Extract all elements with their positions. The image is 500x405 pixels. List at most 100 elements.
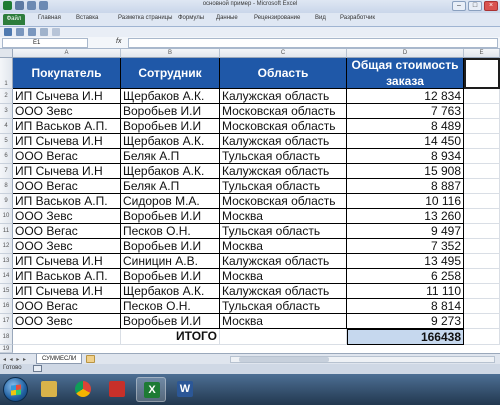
tab-view[interactable]: Вид <box>315 15 326 21</box>
cell-buyer[interactable]: ООО Вегас <box>13 299 121 314</box>
cell-employee[interactable]: Щербаков А.К. <box>121 284 220 299</box>
scrollbar-thumb[interactable] <box>239 357 329 362</box>
tab-formulas[interactable]: Формулы <box>178 15 204 21</box>
cell-e[interactable] <box>464 239 500 254</box>
cell-total[interactable]: 12 834 <box>347 89 464 104</box>
tab-review[interactable]: Рецензирование <box>254 15 300 21</box>
cell-buyer[interactable]: ИП Сычева И.Н <box>13 164 121 179</box>
cell-buyer[interactable]: ООО Зевс <box>13 104 121 119</box>
cell-e[interactable] <box>464 224 500 239</box>
select-all-corner[interactable] <box>0 49 13 58</box>
horizontal-scrollbar[interactable] <box>230 356 495 363</box>
cell-region[interactable]: Калужская область <box>220 284 347 299</box>
cell-e[interactable] <box>464 149 500 164</box>
cell-region[interactable]: Московская область <box>220 119 347 134</box>
cell-total[interactable]: 8 887 <box>347 179 464 194</box>
cell-region[interactable]: Тульская область <box>220 224 347 239</box>
cell-buyer[interactable]: ИП Васьков А.П. <box>13 119 121 134</box>
header-region[interactable]: Область <box>220 58 347 89</box>
cell-region[interactable]: Москва <box>220 209 347 224</box>
cell-employee[interactable]: Песков О.Н. <box>121 299 220 314</box>
cell-buyer[interactable]: ИП Сычева И.Н <box>13 134 121 149</box>
cell-region[interactable]: Тульская область <box>220 299 347 314</box>
cell-buyer[interactable]: ИП Сычева И.Н <box>13 254 121 269</box>
row-header[interactable]: 8 <box>0 179 13 194</box>
cell-employee[interactable]: Воробьев И.И <box>121 104 220 119</box>
cell-e[interactable] <box>464 194 500 209</box>
cell-e[interactable] <box>464 269 500 284</box>
cell-region[interactable]: Москва <box>220 239 347 254</box>
cell-employee[interactable]: Воробьев И.И <box>121 119 220 134</box>
sheet-nav-buttons[interactable]: ◂ ◂ ▸ ▸ <box>3 356 27 363</box>
cell-e[interactable] <box>464 164 500 179</box>
maximize-button[interactable]: □ <box>468 1 482 11</box>
cell-region[interactable]: Калужская область <box>220 89 347 104</box>
column-header-d[interactable]: D <box>347 49 464 58</box>
save-icon[interactable] <box>4 28 12 36</box>
column-header-e[interactable]: E <box>464 49 500 58</box>
cell-total[interactable]: 9 273 <box>347 314 464 329</box>
cell-buyer[interactable]: ИП Сычева И.Н <box>13 284 121 299</box>
row-header[interactable]: 4 <box>0 119 13 134</box>
cell-e[interactable] <box>464 284 500 299</box>
cell-buyer[interactable]: ООО Вегас <box>13 224 121 239</box>
tab-developer[interactable]: Разработчик <box>340 15 375 21</box>
cell-region[interactable]: Калужская область <box>220 164 347 179</box>
cell-e[interactable] <box>464 89 500 104</box>
cell-region[interactable]: Тульская область <box>220 149 347 164</box>
cell-buyer[interactable]: ООО Зевс <box>13 209 121 224</box>
row-header[interactable]: 11 <box>0 224 13 239</box>
total-value[interactable]: 166438 <box>347 329 464 345</box>
tab-home[interactable]: Главная <box>38 15 61 21</box>
taskbar-word[interactable]: W <box>170 377 200 402</box>
cell-region[interactable]: Москва <box>220 269 347 284</box>
cell[interactable] <box>220 329 347 345</box>
cell-employee[interactable]: Синицин А.В. <box>121 254 220 269</box>
preview-icon[interactable] <box>40 28 48 36</box>
cell-total[interactable]: 13 495 <box>347 254 464 269</box>
cell-e[interactable] <box>464 299 500 314</box>
selected-cell-e1[interactable] <box>464 58 500 89</box>
column-header-c[interactable]: C <box>220 49 347 58</box>
cell-employee[interactable]: Песков О.Н. <box>121 224 220 239</box>
row-header[interactable]: 2 <box>0 89 13 104</box>
cell-total[interactable]: 10 116 <box>347 194 464 209</box>
cell-region[interactable]: Калужская область <box>220 134 347 149</box>
insert-sheet-icon[interactable] <box>86 355 95 363</box>
cell-buyer[interactable]: ООО Зевс <box>13 314 121 329</box>
cell-total[interactable]: 9 497 <box>347 224 464 239</box>
tab-file[interactable]: Файл <box>3 14 25 25</box>
cell[interactable] <box>464 329 500 345</box>
header-total[interactable]: Общая стоимость заказа <box>347 58 464 89</box>
insert-function-icon[interactable]: fx <box>116 38 121 45</box>
cell-total[interactable]: 11 110 <box>347 284 464 299</box>
cell-total[interactable]: 8 934 <box>347 149 464 164</box>
cell-region[interactable]: Тульская область <box>220 179 347 194</box>
row-header[interactable]: 5 <box>0 134 13 149</box>
cell-e[interactable] <box>464 119 500 134</box>
row-header[interactable]: 12 <box>0 239 13 254</box>
row-header[interactable]: 10 <box>0 209 13 224</box>
cell-employee[interactable]: Воробьев И.И <box>121 239 220 254</box>
cell-e[interactable] <box>464 254 500 269</box>
cell-buyer[interactable]: ООО Зевс <box>13 239 121 254</box>
row-header[interactable]: 19 <box>0 345 13 353</box>
worksheet-grid[interactable]: A B C D E 1 Покупатель Сотрудник Область… <box>0 49 500 353</box>
cell-employee[interactable]: Щербаков А.К. <box>121 164 220 179</box>
cell-region[interactable]: Москва <box>220 314 347 329</box>
minimize-button[interactable]: – <box>452 1 466 11</box>
row-header[interactable]: 17 <box>0 314 13 329</box>
header-employee[interactable]: Сотрудник <box>121 58 220 89</box>
header-buyer[interactable]: Покупатель <box>13 58 121 89</box>
taskbar-explorer[interactable] <box>34 377 64 402</box>
cell-employee[interactable]: Беляк А.П <box>121 149 220 164</box>
cell-total[interactable]: 8 814 <box>347 299 464 314</box>
cell[interactable] <box>13 329 121 345</box>
cell-total[interactable]: 6 258 <box>347 269 464 284</box>
row-header[interactable]: 3 <box>0 104 13 119</box>
cell-buyer[interactable]: ООО Вегас <box>13 179 121 194</box>
taskbar-chrome[interactable] <box>68 377 98 402</box>
taskbar-acrobat[interactable] <box>102 377 132 402</box>
cell-employee[interactable]: Сидоров М.А. <box>121 194 220 209</box>
cell-e[interactable] <box>464 134 500 149</box>
